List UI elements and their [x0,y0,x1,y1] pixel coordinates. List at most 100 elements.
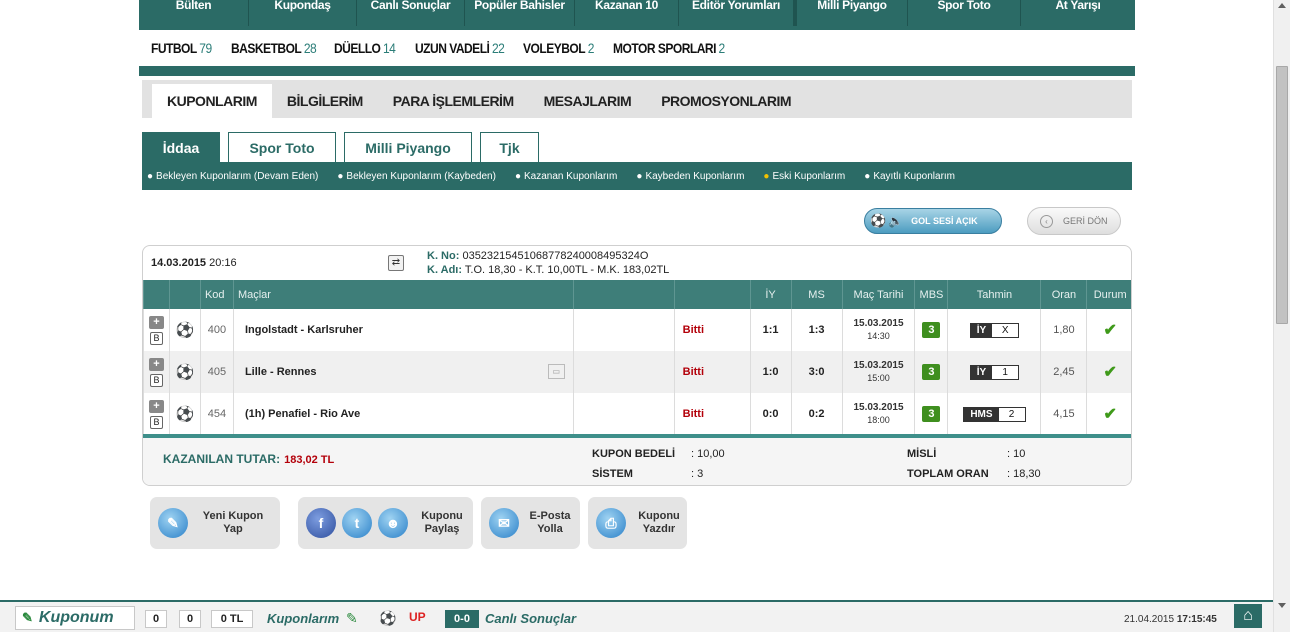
tahmin-cell: İY 1 [947,351,1041,393]
sport-motor-sporlari[interactable]: MOTOR SPORLARI 2 [613,40,725,56]
bullet-icon: ● [636,170,643,182]
my-coupon-button[interactable]: ✎ Kuponum [15,606,135,630]
filter-bekleyen-kaybeden[interactable]: ● Bekleyen Kuponlarım (Kaybeden) [337,171,496,182]
system: : 3 [691,468,703,480]
scoreboard-icon[interactable]: 0-0 [445,610,479,628]
match-date: 15.03.2015 14:30 [841,309,915,351]
sport-name: UZUN VADELİ [414,40,490,56]
share-coupon-group: f t ☻ Kuponu Paylaş [298,497,473,549]
facebook-icon[interactable]: f [306,508,336,538]
nav-bulten[interactable]: Bülten [139,0,249,26]
soccer-ball-icon[interactable]: ⚽ [379,610,396,627]
match-name[interactable]: Ingolstadt - Karlsruher [232,309,574,351]
people-share-icon[interactable]: ☻ [378,508,408,538]
match-name-cell[interactable]: Lille - Rennes ▭ [232,351,574,393]
scroll-up-arrow[interactable] [1278,3,1286,8]
plus-icon[interactable]: + [148,315,164,329]
email-coupon-button[interactable]: ✉ E-Posta Yolla [481,497,580,549]
soccer-ball-icon: ⚽ [175,322,195,339]
col-header-sport [168,280,201,309]
tahmin-cell: İY X [947,309,1041,351]
scroll-down-arrow[interactable] [1278,603,1286,608]
mbs-badge: 3 [922,406,941,422]
sport-count: 2 [718,40,726,56]
nav-kupondas[interactable]: Kupondaş [249,0,357,26]
winnings: KAZANILAN TUTAR: 183,02 TL [163,452,334,466]
twitter-icon[interactable]: t [342,508,372,538]
share-coupon-label[interactable]: Kuponu Paylaş [418,510,466,536]
pencil-icon: ✎ [158,508,188,538]
coupon-no: 03523215451068778240008495324O [462,250,649,262]
up-logo-icon[interactable]: UP [409,610,426,624]
colon: : [691,448,695,460]
table-row[interactable]: + B ⚽ 454 (1h) Penafiel - Rio Ave Bitti 0… [143,393,1131,435]
b-icon[interactable]: B [149,415,163,429]
nav-spor-toto[interactable]: Spor Toto [908,0,1021,26]
check-icon: ✔ [1103,406,1117,423]
tab-bilgilerim[interactable]: BİLGİLERİM [272,84,378,118]
filter-kazanan[interactable]: ● Kazanan Kuponlarım [515,171,617,182]
b-icon[interactable]: B [149,331,163,345]
back-button[interactable]: ‹ GERİ DÖN [1027,207,1121,235]
vertical-scrollbar[interactable] [1273,0,1290,632]
nav-at-yarisi[interactable]: At Yarışı [1021,0,1135,26]
b-icon[interactable]: B [149,373,163,387]
filter-bekleyen-devam[interactable]: ● Bekleyen Kuponlarım (Devam Eden) [147,171,318,182]
check-icon: ✔ [1103,364,1117,381]
tab-promosyonlarim[interactable]: PROMOSYONLARIM [646,84,806,118]
page-frame: Bülten Kupondaş Canlı Sonuçlar Popüler B… [139,0,1135,600]
tab-spor-toto[interactable]: Spor Toto [228,132,336,162]
filter-eski[interactable]: ● Eski Kuponlarım [763,171,845,182]
tab-mesajlarim[interactable]: MESAJLARIM [529,84,647,118]
sport-duello[interactable]: DÜELLO 14 [334,40,396,56]
mbs-cell: 3 [914,393,948,435]
nav-milli-piyango[interactable]: Milli Piyango [797,0,908,26]
nav-editor-yorumlari[interactable]: Editör Yorumları [679,0,797,26]
table-row[interactable]: + B ⚽ 400 Ingolstadt - Karlsruher Bitti 1… [143,309,1131,351]
tab-iddaa[interactable]: İddaa [142,132,220,162]
prediction-type: İY [970,323,993,337]
table-row[interactable]: + B ⚽ 405 Lille - Rennes ▭ Bitti 1:0 3:0 1… [143,351,1131,393]
plus-icon[interactable]: + [148,399,164,413]
sport-futbol[interactable]: FUTBOL 79 [151,40,212,56]
prediction-badge: İY 1 [969,364,1020,380]
refresh-icon[interactable]: ⇄ [388,255,404,271]
sport-basketbol[interactable]: BASKETBOL 28 [231,40,317,56]
game-tabs: İddaa Spor Toto Milli Piyango Tjk [142,132,1132,162]
plus-icon[interactable]: + [148,357,164,371]
nav-populer-bahisler[interactable]: Popüler Bahisler [465,0,575,26]
sport-count: 22 [491,40,505,56]
new-coupon-label: Yeni Kupon Yap [202,510,264,535]
filter-kayitli[interactable]: ● Kayıtlı Kuponlarım [864,171,955,182]
match-name[interactable]: (1h) Penafiel - Rio Ave [232,393,574,435]
tab-para-islemlerim[interactable]: PARA İŞLEMLERİM [378,84,529,118]
sport-uzun-vadeli[interactable]: UZUN VADELİ 22 [414,40,505,56]
goal-sound-toggle-button[interactable]: ⚽ 🔈 GOL SESİ AÇIK [864,208,1002,234]
home-icon[interactable]: ⌂ [1234,604,1262,628]
tab-tjk[interactable]: Tjk [480,132,539,162]
coupon-summary: KAZANILAN TUTAR: 183,02 TL KUPON BEDELİ :… [143,434,1131,485]
total-odds-value: 18,30 [1013,468,1041,480]
my-coupons-link[interactable]: Kuponlarım [267,611,339,626]
match-oran: 4,15 [1040,393,1087,435]
new-coupon-button[interactable]: ✎ Yeni Kupon Yap [150,497,280,549]
matches-table: Kod Maçlar İY MS Maç Tarihi MBS Tahmin O… [143,280,1131,435]
filter-label: Kazanan Kuponlarım [523,170,618,182]
printer-icon: ⎙ [596,508,626,538]
sport-name: FUTBOL [151,40,197,56]
print-coupon-button[interactable]: ⎙ Kuponu Yazdır [588,497,687,549]
sport-voleybol[interactable]: VOLEYBOL 2 [523,40,594,56]
winnings-label: KAZANILAN TUTAR: [163,452,281,466]
sport-category-bar: FUTBOL 79 BASKETBOL 28 DÜELLO 14 UZUN VADEL… [139,30,1135,66]
scroll-thumb[interactable] [1276,66,1288,324]
filter-kaybeden[interactable]: ● Kaybeden Kuponlarım [636,171,744,182]
nav-canli-sonuclar[interactable]: Canlı Sonuçlar [357,0,465,26]
nav-kazanan-10[interactable]: Kazanan 10 [575,0,679,26]
tab-kuponlarim[interactable]: KUPONLARIM [152,84,272,118]
live-results-link[interactable]: Canlı Sonuçlar [485,611,576,626]
coupon-filter-bar: ● Bekleyen Kuponlarım (Devam Eden) ● Bekle… [142,162,1132,190]
coupon-icon[interactable]: ✎ [346,610,358,627]
tab-milli-piyango[interactable]: Milli Piyango [344,132,472,162]
tv-icon[interactable]: ▭ [547,364,565,379]
multiplier: : 10 [1007,448,1025,460]
